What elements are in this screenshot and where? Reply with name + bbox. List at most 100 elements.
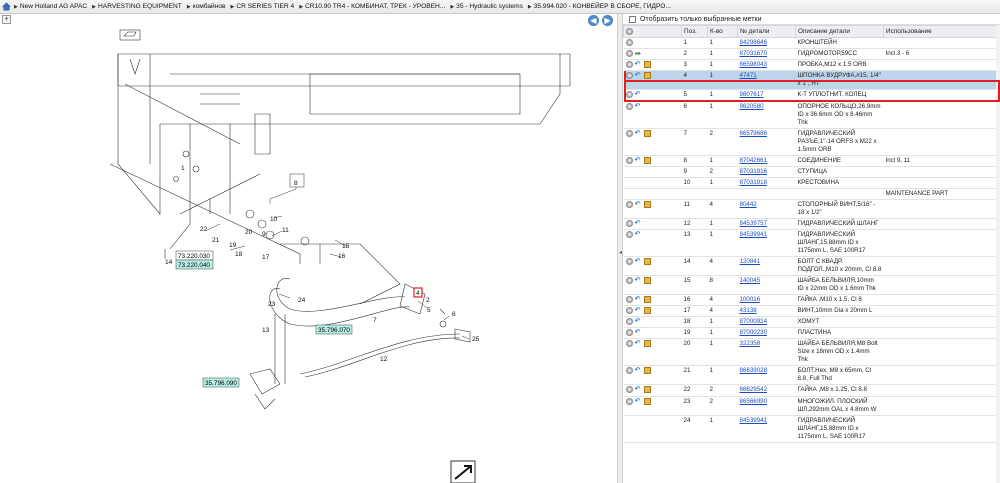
part-number-link[interactable]: 9620580 <box>740 103 764 110</box>
part-number-link[interactable]: 87042661 <box>740 157 768 164</box>
home-icon[interactable] <box>2 2 11 11</box>
select-part-icon[interactable] <box>625 318 633 326</box>
callout-4[interactable]: 4 <box>416 290 420 297</box>
kit-arrow-icon[interactable]: ➦ <box>635 50 642 58</box>
table-row[interactable]: ↶ 3 1 86598043 ПРОБКА,M12 x 1.5 ORB <box>623 59 1000 72</box>
add-to-cart-icon[interactable]: ↶ <box>635 386 642 393</box>
callout-6[interactable]: 6 <box>452 311 456 318</box>
breadcrumb-item[interactable]: 35 - Hydraulic systems <box>450 3 523 10</box>
table-row[interactable]: ↶ 17 4 43138 ВИНТ,10mm Dia x 20mm L <box>623 305 1000 318</box>
callout-25[interactable]: 25 <box>472 336 480 343</box>
breadcrumb-item[interactable]: HARVESTING EQUIPMENT <box>92 3 182 10</box>
callout-11[interactable]: 11 <box>282 227 289 234</box>
part-number-link[interactable]: 322358 <box>740 340 761 347</box>
callout-14[interactable]: 14 <box>165 259 173 266</box>
table-row[interactable]: ↶ 16 4 100016 ГАЙКА ,M10 x 1.5, Cl 8 <box>623 294 1000 306</box>
callout-7[interactable]: 7 <box>373 317 377 324</box>
add-to-cart-icon[interactable]: ↶ <box>635 201 642 208</box>
part-number-link[interactable]: 84298646 <box>740 39 768 46</box>
zoom-in-button[interactable]: + <box>2 15 11 24</box>
table-row[interactable]: ↶ 18 1 87000924 ХОМУТ <box>623 316 1000 329</box>
breadcrumb-item[interactable]: CR10.90 TR4 - КОМБИНАТ, ТРЕК - УРОВЕН... <box>299 3 445 10</box>
part-number-link[interactable]: 86639028 <box>740 367 768 374</box>
table-row[interactable]: ↶ 8 1 87042661 СОЕДИНЕНИЕ Incl 9, 11 <box>623 155 1000 167</box>
select-part-icon[interactable] <box>625 386 633 394</box>
callout-22[interactable]: 22 <box>200 226 208 233</box>
table-row[interactable]: ↶ 6 1 9620580 ОПОРНОЕ КОЛЬЦО,26.9mm ID x 36.… <box>623 101 1000 129</box>
table-row[interactable]: ↶ 5 1 9807617 К-Т УПЛОТНИТ. КОЛЕЦ <box>623 89 1000 102</box>
part-number-link[interactable]: 86629542 <box>740 386 768 393</box>
select-part-icon[interactable] <box>625 200 633 208</box>
part-number-link[interactable]: 120841 <box>740 258 761 265</box>
add-to-cart-icon[interactable]: ↶ <box>635 220 642 227</box>
breadcrumb-item[interactable]: New Holland AG APAC <box>14 3 87 10</box>
select-part-icon[interactable] <box>625 39 633 46</box>
exploded-diagram-panel[interactable]: + ◀ ▶ 73.220.030 73.220.040 35.796.070 3… <box>0 14 617 483</box>
part-number-link[interactable]: 43138 <box>740 307 757 314</box>
previous-diagram-button[interactable]: ◀ <box>588 15 599 26</box>
callout-5[interactable]: 5 <box>427 307 431 314</box>
table-row[interactable]: ↶ 12 1 84539757 ГИДРАВЛИЧЕСКИЙ ШЛАНГ <box>623 218 1000 230</box>
select-part-icon[interactable] <box>625 367 633 375</box>
part-number-link[interactable]: 9807617 <box>740 91 764 98</box>
table-row[interactable]: ➦ 2 1 87031670 ГИДРОМОТОР,59CC Incl 3 - 6 <box>623 48 1000 61</box>
add-to-cart-icon[interactable]: ↶ <box>635 277 642 284</box>
part-number-link[interactable]: 86566990 <box>740 398 768 405</box>
add-to-cart-icon[interactable]: ↶ <box>635 318 642 325</box>
callout-21[interactable]: 21 <box>212 237 220 244</box>
callout-16[interactable]: 16 <box>338 253 346 260</box>
select-part-icon[interactable] <box>625 329 633 337</box>
callout-19[interactable]: 19 <box>229 242 237 249</box>
select-part-icon[interactable] <box>625 102 633 110</box>
table-row[interactable]: ↶ 13 1 84539941 ГИДРАВЛИЧЕСКИЙ ШЛАНГ,15.88mm… <box>623 229 1000 257</box>
part-number-link[interactable]: 86598043 <box>740 61 768 68</box>
select-all-column[interactable] <box>623 25 682 38</box>
part-number-link[interactable]: 87031916 <box>740 168 768 175</box>
part-number-link[interactable]: 87000924 <box>740 318 768 325</box>
select-part-icon[interactable] <box>625 340 633 348</box>
column-header-description[interactable]: Описание детали <box>795 25 884 38</box>
column-header-pos[interactable]: Поз. <box>681 25 708 38</box>
table-row[interactable]: ↶ 20 1 322358 ШАЙБА БЕЛЬВИЛЯ,M8 Bolt Size x … <box>623 338 1000 367</box>
add-to-cart-icon[interactable]: ↶ <box>635 130 642 137</box>
add-to-cart-icon[interactable]: ↶ <box>635 340 642 347</box>
add-to-cart-icon[interactable]: ↶ <box>635 307 642 314</box>
part-number-link[interactable]: 80442 <box>740 201 757 208</box>
part-number-link[interactable]: 87000230 <box>740 329 768 336</box>
callout-12[interactable]: 12 <box>380 356 388 363</box>
select-part-icon[interactable] <box>625 61 633 69</box>
part-number-link[interactable]: 47471 <box>740 72 757 79</box>
reference-73-220-040[interactable]: 73.220.040 <box>178 262 210 269</box>
part-number-link[interactable]: 87031918 <box>740 179 768 186</box>
callout-8[interactable]: 8 <box>294 180 298 187</box>
add-to-cart-icon[interactable]: ↶ <box>635 367 642 374</box>
breadcrumb-item[interactable]: 35.994.020 - КОНВЕЙЕР В СБОРЕ, ГИДРО... <box>528 3 671 10</box>
table-row[interactable]: 1 1 84298646 КРОНШТЕЙН <box>623 37 1000 50</box>
table-row[interactable]: 9 2 87031916 СТУПИЦА <box>623 166 1000 178</box>
callout-15[interactable]: 15 <box>342 243 350 250</box>
reference-73-220-030[interactable]: 73.220.030 <box>178 253 210 260</box>
part-number-link[interactable]: 87031670 <box>740 50 768 57</box>
table-row[interactable]: ↶ 4 1 47471 ШПОНКА ВУДРУФА,#15, 1/4" x 1", H… <box>623 70 1000 91</box>
select-part-icon[interactable] <box>625 219 633 227</box>
reference-35-796-090[interactable]: 35.796.090 <box>205 380 237 387</box>
column-header-part-number[interactable]: № детали <box>737 25 796 38</box>
callout-2[interactable]: 2 <box>426 297 430 304</box>
add-to-cart-icon[interactable]: ↶ <box>635 72 642 79</box>
select-part-icon[interactable] <box>625 50 633 58</box>
table-row[interactable]: ↶ 19 1 87000230 ПЛАСТИНА <box>623 327 1000 340</box>
select-part-icon[interactable] <box>625 91 633 99</box>
table-row[interactable]: MAINTENANCE PART <box>623 188 1000 200</box>
table-row[interactable]: 24 1 84539941 ГИДРАВЛИЧЕСКИЙ ШЛАНГ,15.88mm … <box>623 415 1000 443</box>
table-row[interactable]: ↶ 21 1 86639028 БОЛТ,Hex, M8 x 65mm, Cl 8.8,… <box>623 365 1000 386</box>
parts-scrollbar[interactable] <box>996 25 1000 483</box>
callout-1[interactable]: 1 <box>181 165 185 172</box>
part-number-link[interactable]: 84539941 <box>740 231 768 238</box>
table-row[interactable]: ↶ 14 4 120841 БОЛТ С КВАДР. ПОДГОЛ.,M10 x 20… <box>623 256 1000 276</box>
reference-35-796-070[interactable]: 35.796.070 <box>318 327 350 334</box>
callout-9[interactable]: 9 <box>262 231 266 238</box>
column-header-usage[interactable]: Использование <box>883 25 1000 38</box>
table-row[interactable]: ↶ 22 2 86629542 ГАЙКА ,M8 x 1.25, Cl 8.8 <box>623 384 1000 397</box>
callout-23[interactable]: 23 <box>268 301 276 308</box>
table-row[interactable]: ↶ 7 2 86579686 ГИДРАВЛИЧЕСКИЙ РАЗЪЕ,1"-14 OR… <box>623 128 1000 156</box>
